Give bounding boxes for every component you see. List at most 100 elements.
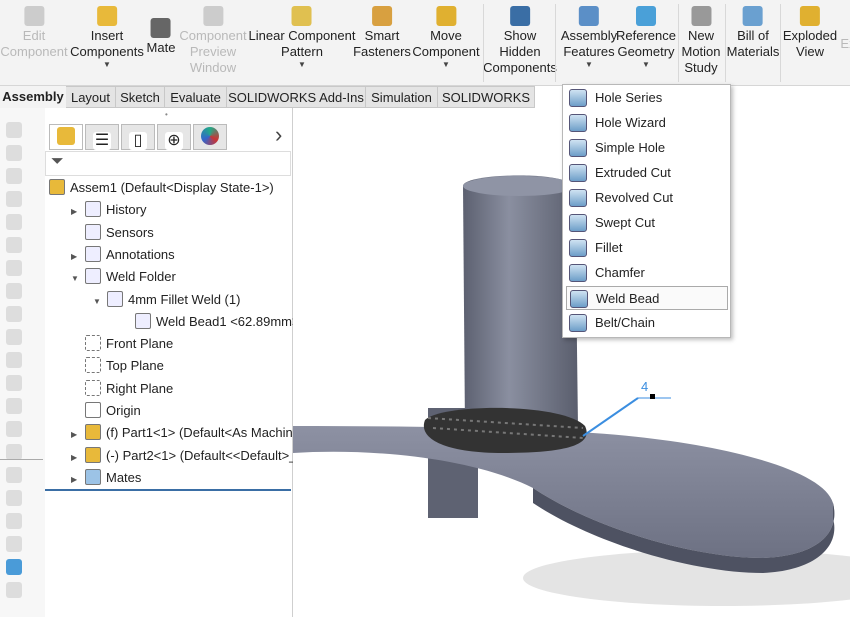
insert-components-icon: [97, 6, 117, 26]
tree-item-annotations[interactable]: ▶ Annotations: [71, 245, 175, 265]
show-hidden-components-button[interactable]: Show Hidden Components: [483, 6, 557, 76]
menu-item-hole-wizard[interactable]: Hole Wizard: [566, 111, 728, 135]
tree-item-front-plane[interactable]: Front Plane: [71, 334, 173, 354]
filter-bar[interactable]: ⏷: [45, 151, 291, 176]
tool-icon[interactable]: [6, 398, 22, 414]
menu-item-revolved-cut[interactable]: Revolved Cut: [566, 186, 728, 210]
tree-end-rollback-bar[interactable]: [45, 489, 291, 491]
tool-icon[interactable]: [6, 122, 22, 138]
cylinder: [463, 175, 578, 430]
tree-item-weld-folder[interactable]: ▼ Weld Folder: [71, 267, 176, 287]
tab-sketch[interactable]: Sketch: [116, 86, 165, 108]
tool-icon[interactable]: [6, 559, 22, 575]
tab-solidworks-add-ins[interactable]: SOLIDWORKS Add-Ins: [227, 86, 366, 108]
exploded-view-button[interactable]: Exploded View: [783, 6, 837, 60]
menu-item-hole-series[interactable]: Hole Series: [566, 86, 728, 110]
dropdown-arrow-icon[interactable]: ▼: [616, 60, 676, 70]
property-manager-icon[interactable]: ☰: [85, 124, 119, 150]
expand-arrow-icon[interactable]: ▼: [71, 269, 85, 289]
menu-item-weld-bead[interactable]: Weld Bead: [566, 286, 728, 310]
weld-size-label[interactable]: 4: [641, 379, 648, 394]
expand-arrow-icon[interactable]: ▶: [71, 247, 85, 267]
dropdown-arrow-icon[interactable]: ▼: [249, 60, 356, 70]
display-manager-icon[interactable]: [193, 124, 227, 150]
tool-icon[interactable]: [6, 214, 22, 230]
tab-evaluate[interactable]: Evaluate: [165, 86, 227, 108]
tool-icon[interactable]: [6, 582, 22, 598]
menu-item-label: Fillet: [595, 240, 623, 255]
part-icon: [85, 446, 101, 463]
tool-icon[interactable]: [6, 467, 22, 483]
menu-item-chamfer[interactable]: Chamfer: [566, 261, 728, 285]
tool-icon[interactable]: [6, 513, 22, 529]
tool-icon[interactable]: [6, 352, 22, 368]
tool-icon[interactable]: [6, 306, 22, 322]
bill-of-materials-button[interactable]: Bill of Materials: [727, 6, 779, 60]
expand-arrow-icon[interactable]: ▼: [93, 292, 107, 312]
expand-arrow-icon[interactable]: ▶: [71, 448, 85, 468]
tab-simulation[interactable]: Simulation: [366, 86, 438, 108]
tree-item-part2-1-default-default-di[interactable]: ▶ (-) Part2<1> (Default<<Default>_Di: [71, 446, 309, 466]
tree-item-history[interactable]: ▶ History: [71, 200, 146, 220]
menu-item-belt-chain[interactable]: Belt/Chain: [566, 311, 728, 335]
tool-icon[interactable]: [6, 283, 22, 299]
tree-item-f-part1-1-default-as-machined[interactable]: ▶ (f) Part1<1> (Default<As Machined:: [71, 423, 311, 443]
configuration-manager-icon[interactable]: ▯: [121, 124, 155, 150]
tab-assembly[interactable]: Assembly: [0, 86, 66, 108]
ex-button[interactable]: Ex: [840, 36, 850, 52]
tool-icon[interactable]: [6, 536, 22, 552]
tree-item-mates[interactable]: ▶ Mates: [71, 468, 141, 488]
part-icon: [85, 424, 101, 441]
dropdown-arrow-icon[interactable]: ▼: [70, 60, 144, 70]
tree-item-sensors[interactable]: Sensors: [71, 223, 154, 243]
tab-solidworks-mbd[interactable]: SOLIDWORKS MBD: [438, 86, 535, 126]
menu-item-extruded-cut[interactable]: Extruded Cut: [566, 161, 728, 185]
mate-button[interactable]: Mate: [147, 18, 175, 56]
smart-fasteners-button[interactable]: Smart Fasteners: [353, 6, 411, 60]
assembly-features-dropdown-menu: Hole Series Hole Wizard Simple Hole Extrude…: [562, 84, 731, 338]
splitter-handle[interactable]: •: [165, 110, 168, 119]
tool-icon[interactable]: [6, 168, 22, 184]
insert-components-button[interactable]: Insert Components ▼: [70, 6, 144, 70]
tool-icon[interactable]: [6, 375, 22, 391]
tree-item-4mm-fillet-weld-1[interactable]: ▼ 4mm Fillet Weld (1): [93, 290, 240, 310]
menu-item-swept-cut[interactable]: Swept Cut: [566, 211, 728, 235]
toolbar-separator: [725, 4, 726, 82]
feature-manager-icon[interactable]: [49, 124, 83, 150]
move-component-button[interactable]: Move Component ▼: [412, 6, 480, 70]
tree-item-weld-bead1-62-89mm[interactable]: Weld Bead1 <62.89mm>: [121, 312, 300, 332]
edit-component-button[interactable]: Edit Component: [0, 6, 68, 60]
expand-arrow-icon[interactable]: ▶: [71, 425, 85, 445]
toolbar-separator: [678, 4, 679, 82]
paperclip-icon: [151, 18, 171, 38]
assembly-features-button[interactable]: Assembly Features ▼: [561, 6, 617, 70]
menu-item-simple-hole[interactable]: Simple Hole: [566, 136, 728, 160]
expand-arrow-icon[interactable]: ▶: [71, 470, 85, 490]
tool-icon[interactable]: [6, 145, 22, 161]
dropdown-arrow-icon[interactable]: ▼: [412, 60, 479, 70]
tool-icon[interactable]: [6, 191, 22, 207]
dimxpert-icon[interactable]: ⊕: [157, 124, 191, 150]
tree-item-origin[interactable]: Origin: [71, 401, 141, 421]
tool-icon[interactable]: [6, 444, 22, 460]
menu-item-fillet[interactable]: Fillet: [566, 236, 728, 260]
motion-study-icon: [691, 6, 711, 26]
tool-icon[interactable]: [6, 260, 22, 276]
reference-geometry-button[interactable]: Reference Geometry ▼: [616, 6, 676, 70]
tool-icon[interactable]: [6, 237, 22, 253]
tool-icon[interactable]: [6, 421, 22, 437]
tool-icon[interactable]: [6, 490, 22, 506]
tree-item-right-plane[interactable]: Right Plane: [71, 379, 173, 399]
linear-component-pattern-button[interactable]: Linear Component Pattern ▼: [249, 6, 356, 70]
filter-icon[interactable]: ⏷: [51, 153, 64, 171]
menu-item-label: Hole Series: [595, 90, 663, 105]
tool-icon[interactable]: [6, 329, 22, 345]
dropdown-arrow-icon[interactable]: ▼: [561, 60, 617, 70]
expand-arrow-icon[interactable]: ▶: [71, 202, 85, 222]
tree-item-assem1-default-display-state-1[interactable]: Assem1 (Default<Display State-1>): [49, 178, 274, 198]
new-motion-study-button[interactable]: New Motion Study: [681, 6, 721, 76]
tab-layout[interactable]: Layout: [66, 86, 116, 108]
component-preview-window-button[interactable]: Component Preview Window: [179, 6, 247, 76]
panel-more-button[interactable]: ›: [275, 122, 282, 148]
tree-item-top-plane[interactable]: Top Plane: [71, 356, 164, 376]
